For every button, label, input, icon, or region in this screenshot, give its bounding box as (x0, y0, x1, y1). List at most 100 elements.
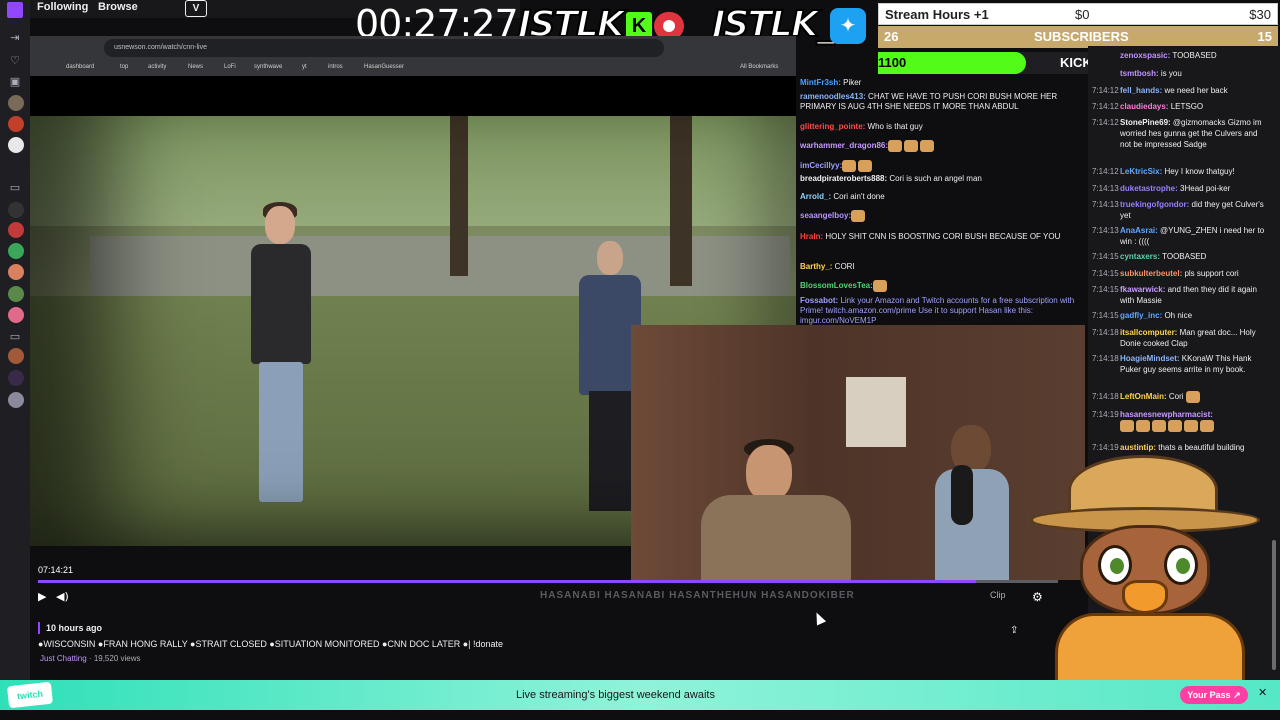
overlay-chat-message: seaangelboy: (800, 210, 1082, 222)
channel-avatar[interactable] (8, 202, 24, 218)
bookmark[interactable]: LoFi (224, 64, 236, 70)
chat-username[interactable]: fell_hands: (1120, 86, 1162, 95)
emote-icon (1184, 420, 1198, 432)
emote-icon (1200, 420, 1214, 432)
video-icon[interactable]: ▭ (9, 331, 21, 343)
overlay-chat-message: Arrold_: Cori ain't done (800, 192, 1082, 202)
chat-username[interactable]: itsallcomputer: (1120, 328, 1177, 337)
emote-icon (872, 280, 887, 292)
emote-icon (842, 160, 857, 172)
channel-avatar[interactable] (8, 307, 24, 323)
chat-username[interactable]: austintip: (1120, 443, 1156, 452)
mascot-beak (1122, 580, 1168, 614)
channel-avatar[interactable] (8, 95, 24, 111)
goal-target: $30 (1249, 7, 1271, 22)
chat-username[interactable]: zenoxspasic: (1120, 51, 1170, 60)
chat-timestamp: 7:14:18 (1092, 392, 1119, 401)
clip-button[interactable]: Clip (990, 590, 1006, 600)
chat-text: is you (1158, 69, 1182, 78)
video-progress-bar[interactable] (38, 580, 1058, 583)
share-icon[interactable]: ⇪ (1010, 625, 1018, 636)
channel-avatar[interactable] (8, 286, 24, 302)
chat-scrollbar[interactable] (1272, 540, 1276, 670)
chat-username[interactable]: HoagieMindset: (1120, 354, 1180, 363)
play-icon[interactable]: ▶ (38, 590, 46, 603)
bookmark[interactable]: News (188, 64, 203, 70)
bookmark[interactable]: top (120, 64, 128, 70)
bookmark[interactable]: synthwave (254, 64, 282, 70)
chat-username[interactable]: duketastrophe: (1120, 184, 1178, 193)
channel-avatar[interactable] (8, 116, 24, 132)
nav-browse[interactable]: Browse (98, 1, 138, 13)
chat-username[interactable]: gadfly_inc: (1120, 311, 1162, 320)
category-link[interactable]: Just Chatting (40, 654, 87, 663)
chat-timestamp: 7:14:15 (1092, 311, 1119, 320)
twitch-logo-icon[interactable] (7, 2, 23, 18)
video-timestamp: 07:14:21 (38, 565, 74, 575)
channel-avatar[interactable] (8, 222, 24, 238)
channel-avatar[interactable] (8, 348, 24, 364)
close-icon[interactable]: ✕ (1258, 686, 1267, 699)
expand-icon[interactable]: ⇥ (9, 32, 21, 44)
mascot-overlay (1030, 455, 1260, 690)
stream-page: { "nav": { "following": "Following", "br… (0, 0, 1280, 720)
chat-text: Hey I know thatguy! (1162, 167, 1235, 176)
controller-icon[interactable]: ▣ (9, 76, 21, 88)
channel-avatar[interactable] (8, 243, 24, 259)
emote-icon (920, 140, 935, 152)
all-bookmarks[interactable]: All Bookmarks (740, 64, 778, 70)
chat-text: thats a beautiful building (1156, 443, 1245, 452)
streamer (701, 439, 851, 580)
chat-timestamp: 7:14:12 (1092, 167, 1119, 176)
goal-current: $0 (1075, 7, 1090, 22)
volume-icon[interactable]: ◀) (56, 590, 69, 603)
overlay-chat-message: breadpirateroberts888: Cori is such an a… (800, 174, 1082, 184)
channel-avatar[interactable] (8, 392, 24, 408)
chat-username[interactable]: subkulterbeutel: (1120, 269, 1182, 278)
chat-username[interactable]: fkawarwick: (1120, 285, 1165, 294)
nav-badge[interactable]: V (185, 0, 207, 17)
chat-username: Fossabot: (800, 296, 839, 305)
chat-username[interactable]: hasanesnewpharmacist: (1120, 410, 1213, 419)
progress-fill (38, 580, 977, 583)
your-pass-button[interactable]: Your Pass ↗ (1180, 686, 1248, 704)
chat-timestamp: 7:14:12 (1092, 102, 1119, 111)
nav-following[interactable]: Following (37, 1, 88, 13)
chat-username[interactable]: cyntaxers: (1120, 252, 1160, 261)
published-time: 10 hours ago (46, 623, 103, 633)
bookmark[interactable]: yt (302, 64, 307, 70)
heart-icon[interactable]: ♡ (9, 55, 21, 67)
chat-username: Arrold_: (800, 192, 832, 201)
overlay-chat-message: MintFr3sh: Piker (800, 78, 1082, 88)
chat-username[interactable]: tsmtbosh: (1120, 69, 1159, 78)
view-count: · 19,520 views (86, 654, 141, 663)
banner-text: Live streaming's biggest weekend awaits (516, 689, 715, 701)
bookmark[interactable]: intros (328, 64, 343, 70)
subscribers-goal: 26 SUBSCRIBERS 15 (878, 26, 1278, 48)
chat-username[interactable]: truekingofgondor: (1120, 200, 1189, 209)
promo-banner[interactable]: twitch Live streaming's biggest weekend … (0, 680, 1280, 710)
chat-username[interactable]: StonePine69: (1120, 118, 1171, 127)
chat-text: Cori is such an angel man (887, 174, 982, 183)
chat-username[interactable]: claudiedays: (1120, 102, 1168, 111)
channel-avatar[interactable] (8, 370, 24, 386)
channel-avatar[interactable] (8, 264, 24, 280)
channel-avatar[interactable] (8, 137, 24, 153)
chat-username[interactable]: LeftOnMain: (1120, 392, 1167, 401)
chat-timestamp: 7:14:13 (1092, 184, 1119, 193)
bookmark[interactable]: activity (148, 64, 166, 70)
emote-icon (888, 140, 903, 152)
chat-username[interactable]: AnaAsrai: (1120, 226, 1158, 235)
chat-text: Link your Amazon and Twitch accounts for… (800, 296, 1075, 325)
chat-username[interactable]: LeKtricSix: (1120, 167, 1162, 176)
url-bar[interactable]: usnewson.com/watch/cnn-live (104, 39, 664, 57)
overlay-chat-message: glittering_pointe: Who is that guy (800, 122, 1082, 132)
chat-timestamp: 7:14:19 (1092, 443, 1119, 452)
bookmark[interactable]: dashboard (66, 64, 94, 70)
video-icon[interactable]: ▭ (9, 182, 21, 194)
chat-timestamp: 7:14:15 (1092, 285, 1119, 294)
webcam-background (631, 325, 1085, 580)
chat-timestamp: 7:14:15 (1092, 252, 1119, 261)
overlay-chat-message: Fossabot: Link your Amazon and Twitch ac… (800, 296, 1082, 326)
bookmark[interactable]: HasanGuesser (364, 64, 404, 70)
